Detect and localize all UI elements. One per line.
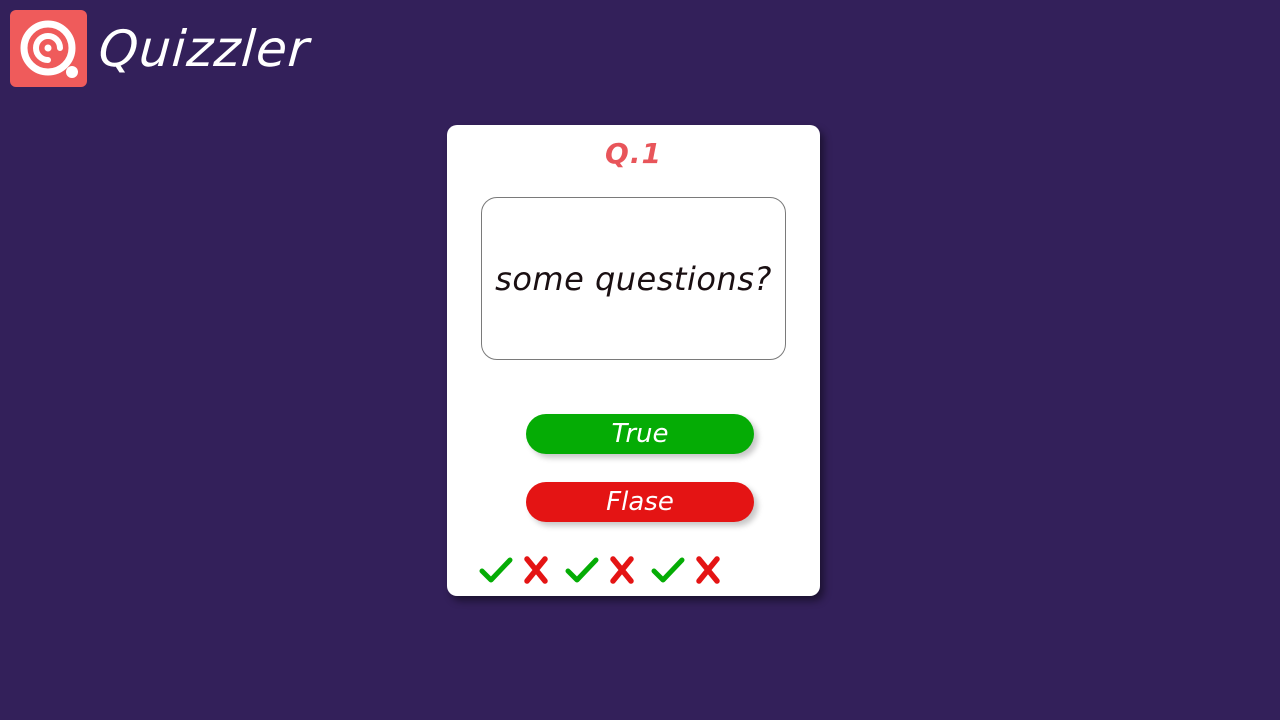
cross-icon [695,553,721,587]
cross-icon [609,553,635,587]
check-icon [651,553,685,587]
score-keeper [479,553,737,587]
app-header: Quizzler [10,10,312,87]
question-number: Q.1 [605,137,662,170]
app-title: Quizzler [96,19,312,78]
false-button[interactable]: Flase [526,482,754,522]
cross-icon [523,553,549,587]
quiz-logo-icon [10,10,87,87]
check-icon [565,553,599,587]
question-text: some questions? [495,259,772,298]
quiz-card: Q.1 some questions? True Flase [447,125,820,596]
check-icon [479,553,513,587]
question-box: some questions? [481,197,786,360]
true-button[interactable]: True [526,414,754,454]
